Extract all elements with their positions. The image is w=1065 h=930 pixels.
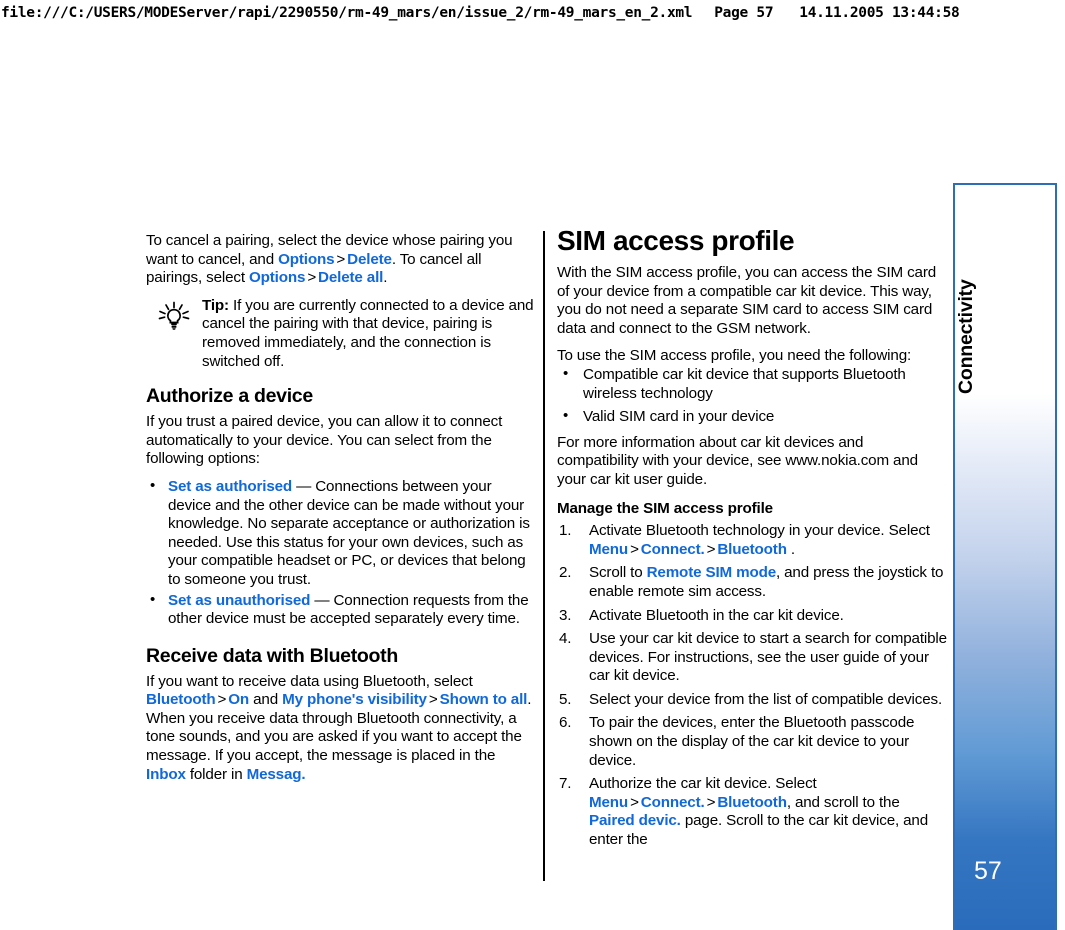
paragraph-requirements-intro: To use the SIM access profile, you need … bbox=[557, 347, 912, 365]
path-separator-icon: > bbox=[428, 691, 438, 709]
step-item: Activate Bluetooth in the car kit device… bbox=[559, 606, 844, 625]
heading-receive-data-with-bluetooth: Receive data with Bluetooth bbox=[146, 644, 398, 667]
paragraph-cancel-pairing: To cancel a pairing, select the device w… bbox=[146, 232, 534, 288]
text-run: Activate Bluetooth technology in your de… bbox=[589, 522, 930, 540]
path-separator-icon: > bbox=[630, 540, 639, 558]
text-run: and bbox=[249, 691, 283, 709]
ui-path-delete-all: Delete all bbox=[318, 269, 384, 287]
chapter-tab: Connectivity 57 bbox=[953, 183, 1057, 930]
text-run: . bbox=[786, 540, 795, 558]
page-number: 57 bbox=[974, 857, 1002, 885]
ui-path-connect: Connect. bbox=[640, 540, 705, 558]
ui-path-bluetooth: Bluetooth bbox=[717, 540, 787, 558]
text-run: If you want to receive data using Blueto… bbox=[146, 672, 473, 690]
text-run: Authorize the car kit device. Select bbox=[589, 775, 817, 793]
ui-path-bluetooth: Bluetooth bbox=[146, 691, 216, 709]
authorize-options-list: Set as authorised — Connections between … bbox=[146, 477, 534, 629]
list-item: Valid SIM card in your device bbox=[557, 407, 947, 427]
ui-path-inbox: Inbox bbox=[146, 765, 186, 783]
paragraph-more-info: For more information about car kit devic… bbox=[557, 433, 918, 488]
ui-path-shown-to-all: Shown to all bbox=[439, 691, 528, 709]
step-item: To pair the devices, enter the Bluetooth… bbox=[559, 714, 915, 769]
lightbulb-icon bbox=[146, 297, 202, 371]
list-item: Compatible car kit device that supports … bbox=[557, 365, 947, 403]
heading-manage-sim-access-profile: Manage the SIM access profile bbox=[557, 499, 773, 517]
step-item: Select your device from the list of comp… bbox=[559, 690, 943, 709]
paragraph-authorize-intro: If you trust a paired device, you can al… bbox=[146, 413, 503, 468]
tip-body-text: If you are currently connected to a devi… bbox=[202, 296, 534, 370]
paragraph-sim-intro: With the SIM access profile, you can acc… bbox=[557, 264, 937, 337]
tip-callout: Tip: If you are currently connected to a… bbox=[146, 297, 534, 371]
path-separator-icon: > bbox=[217, 691, 227, 709]
heading-authorize-a-device: Authorize a device bbox=[146, 385, 313, 408]
path-separator-icon: > bbox=[307, 269, 317, 287]
ui-path-options-2: Options bbox=[248, 269, 306, 287]
ui-path-remote-sim-mode: Remote SIM mode bbox=[646, 564, 777, 582]
text-run: . bbox=[383, 269, 388, 287]
list-item: Set as unauthorised — Connection request… bbox=[146, 590, 534, 629]
paragraph-receive-data: If you want to receive data using Blueto… bbox=[146, 673, 534, 785]
list-item: Set as authorised — Connections between … bbox=[146, 477, 534, 590]
text-run: Scroll to bbox=[589, 564, 647, 582]
path-separator-icon: > bbox=[706, 540, 716, 558]
ui-option-set-as-authorised: Set as authorised bbox=[168, 477, 293, 495]
ui-path-on: On bbox=[228, 691, 250, 709]
document-page: To cancel a pairing, select the device w… bbox=[0, 0, 1065, 930]
ui-path-connect: Connect. bbox=[640, 793, 705, 811]
ui-path-menu: Menu bbox=[589, 540, 629, 558]
text-run: , and scroll to the bbox=[786, 793, 900, 811]
ui-path-options: Options bbox=[278, 250, 335, 268]
tip-text: Tip: If you are currently connected to a… bbox=[202, 297, 534, 371]
right-column: SIM access profile With the SIM access p… bbox=[557, 225, 947, 855]
step-item: Use your car kit device to start a searc… bbox=[559, 630, 947, 685]
heading-sim-access-profile: SIM access profile bbox=[557, 225, 795, 256]
ui-path-messag: Messag. bbox=[246, 765, 306, 783]
ui-path-bluetooth: Bluetooth bbox=[717, 793, 787, 811]
ui-option-set-as-unauthorised: Set as unauthorised bbox=[168, 591, 311, 609]
step-item: Activate Bluetooth technology in your de… bbox=[557, 522, 947, 559]
ui-path-my-phones-visibility: My phone's visibility bbox=[282, 691, 427, 709]
chapter-tab-label: Connectivity bbox=[955, 279, 977, 395]
text-run: folder in bbox=[185, 765, 247, 783]
path-separator-icon: > bbox=[706, 793, 716, 811]
requirements-list: Compatible car kit device that supports … bbox=[557, 365, 947, 427]
manage-steps-list: Activate Bluetooth technology in your de… bbox=[557, 522, 947, 850]
ui-path-delete: Delete bbox=[347, 250, 392, 268]
ui-path-menu: Menu bbox=[589, 793, 629, 811]
path-separator-icon: > bbox=[336, 250, 346, 268]
tip-label: Tip: bbox=[202, 296, 229, 314]
step-item: Authorize the car kit device. Select Men… bbox=[557, 775, 947, 849]
column-divider bbox=[543, 231, 545, 881]
left-column: To cancel a pairing, select the device w… bbox=[146, 232, 534, 793]
step-item: Scroll to Remote SIM mode, and press the… bbox=[557, 564, 947, 601]
ui-path-paired-devic: Paired devic. bbox=[589, 812, 681, 830]
path-separator-icon: > bbox=[630, 793, 639, 811]
